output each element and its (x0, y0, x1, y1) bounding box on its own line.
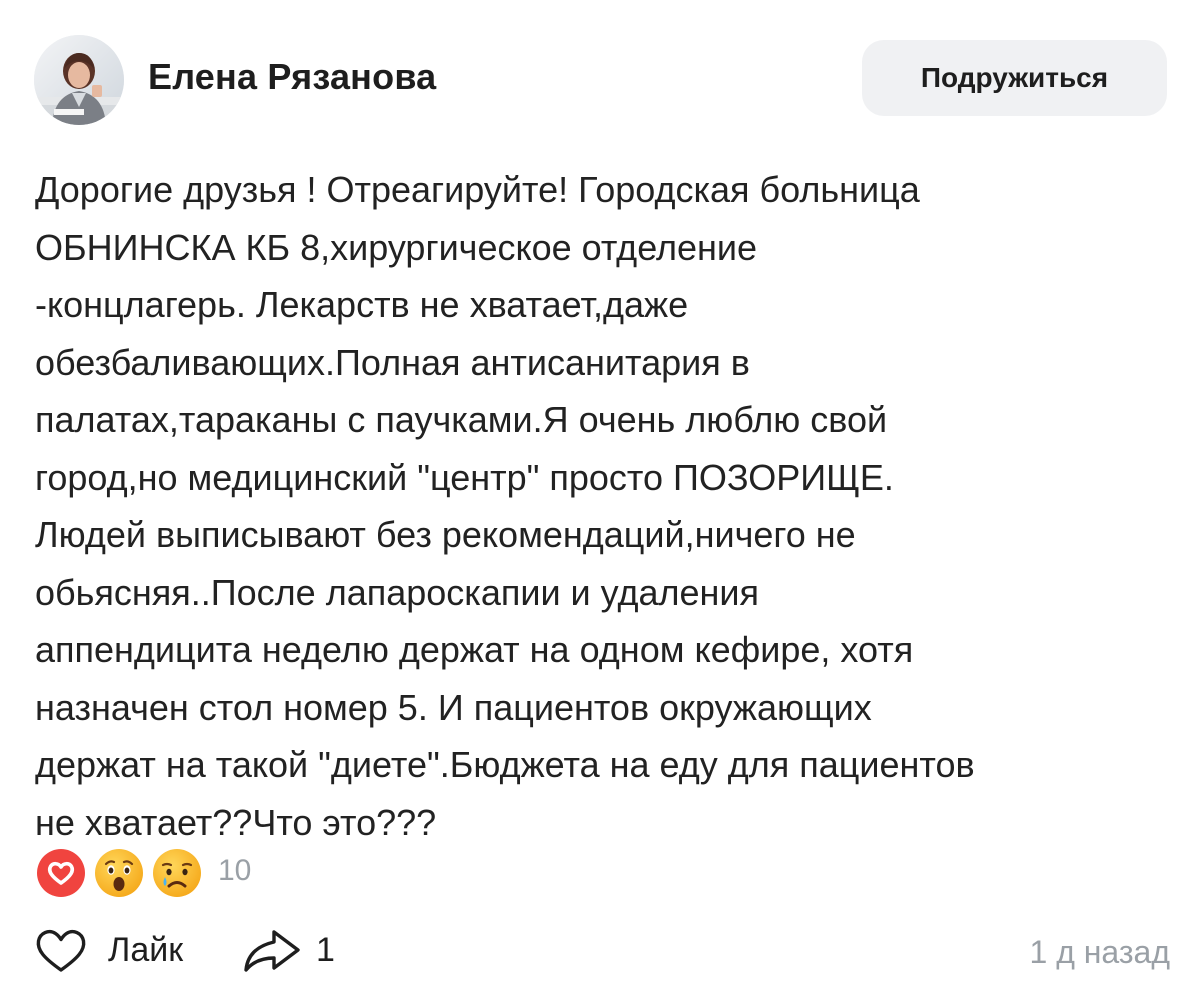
wow-emoji-icon (92, 846, 146, 900)
share-arrow-icon (244, 930, 300, 972)
post-timestamp: 1 д назад (1029, 934, 1171, 970)
post-header: Елена Рязанова Подружиться (0, 0, 1200, 150)
add-friend-button[interactable]: Подружиться (862, 40, 1167, 116)
post-text: Дорогие друзья ! Отреагируйте! Городская… (35, 169, 975, 843)
reaction-count: 10 (218, 854, 252, 887)
like-label: Лайк (108, 930, 184, 969)
author-name[interactable]: Елена Рязанова (148, 56, 436, 98)
author-avatar[interactable] (34, 35, 124, 125)
heart-outline-icon (36, 929, 86, 972)
sad-tear-emoji-icon (150, 846, 204, 900)
avatar-photo (34, 35, 124, 125)
like-button[interactable]: Лайк (34, 923, 183, 977)
post-actions: Лайк 1 1 д назад (0, 920, 1200, 980)
share-button[interactable]: 1 (240, 923, 335, 977)
heart-icon (34, 846, 88, 900)
share-count: 1 (316, 930, 335, 969)
